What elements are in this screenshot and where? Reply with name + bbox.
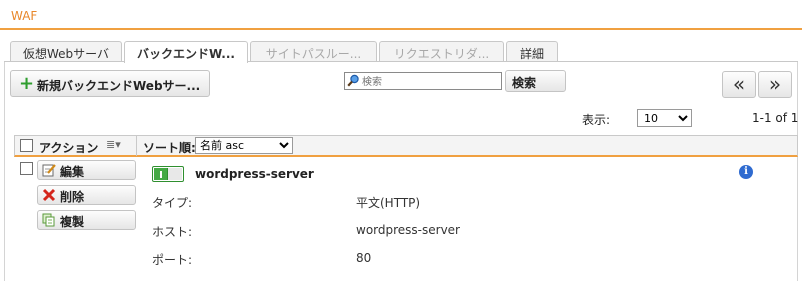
delete-button[interactable]: 削除 [37, 185, 136, 205]
toggle-off-segment [168, 168, 182, 180]
type-label: タイプ: [152, 196, 193, 210]
delete-label: 削除 [60, 190, 85, 204]
type-value: 平文(HTTP) [356, 196, 421, 210]
plus-icon: + [19, 73, 35, 94]
header-divider [136, 136, 137, 156]
edit-label: 編集 [60, 165, 85, 179]
host-label: ホスト: [152, 225, 193, 239]
list-header: アクション ≣▾ ソート順: 名前 asc [14, 135, 798, 157]
clone-label: 複製 [60, 215, 85, 229]
clone-button[interactable]: 複製 [37, 210, 136, 230]
action-menu-icon[interactable]: ≣▾ [106, 138, 121, 151]
select-all-checkbox[interactable] [20, 139, 33, 152]
port-value: 80 [356, 251, 372, 265]
page-range: 1-1 of 1 [752, 111, 799, 125]
sort-select[interactable]: 名前 asc [195, 137, 293, 154]
server-name: wordpress-server [195, 167, 314, 181]
sort-label: ソート順: [143, 141, 196, 155]
row-checkbox[interactable] [20, 162, 33, 175]
display-label: 表示: [582, 113, 611, 127]
edit-icon [42, 164, 56, 177]
search-button[interactable]: 検索 [505, 70, 566, 92]
copy-icon [42, 213, 55, 227]
delete-x-icon [42, 188, 56, 202]
next-page-button[interactable]: » [758, 71, 792, 98]
tab-bar: 仮想Webサーバ バックエンドW... サイトパスルー... リクエストリダ..… [0, 38, 802, 63]
tab-backend-web-server[interactable]: バックエンドW... [124, 41, 248, 63]
host-value: wordpress-server [356, 223, 460, 237]
info-icon[interactable]: i [739, 165, 753, 179]
enabled-toggle[interactable] [152, 166, 184, 182]
app-title: WAF [11, 9, 38, 23]
tab-details[interactable]: 詳細 [506, 41, 558, 62]
new-backend-button[interactable]: + 新規バックエンドWebサー... [10, 70, 210, 97]
search-input[interactable] [344, 72, 502, 90]
tab-site-path-rules: サイトパスルー... [250, 41, 377, 62]
first-page-button[interactable]: « [722, 71, 756, 98]
port-label: ポート: [152, 253, 193, 267]
title-bar: WAF [0, 0, 802, 30]
new-backend-button-label: 新規バックエンドWebサー... [37, 79, 201, 93]
toggle-on-segment [154, 168, 168, 180]
edit-button[interactable]: 編集 [37, 160, 136, 180]
tab-request-redirect: リクエストリダ... [379, 41, 504, 62]
tab-virtual-web-server[interactable]: 仮想Webサーバ [10, 41, 122, 62]
per-page-select[interactable]: 10 [637, 109, 692, 127]
search-icon [347, 74, 359, 87]
action-label: アクション [39, 141, 99, 155]
